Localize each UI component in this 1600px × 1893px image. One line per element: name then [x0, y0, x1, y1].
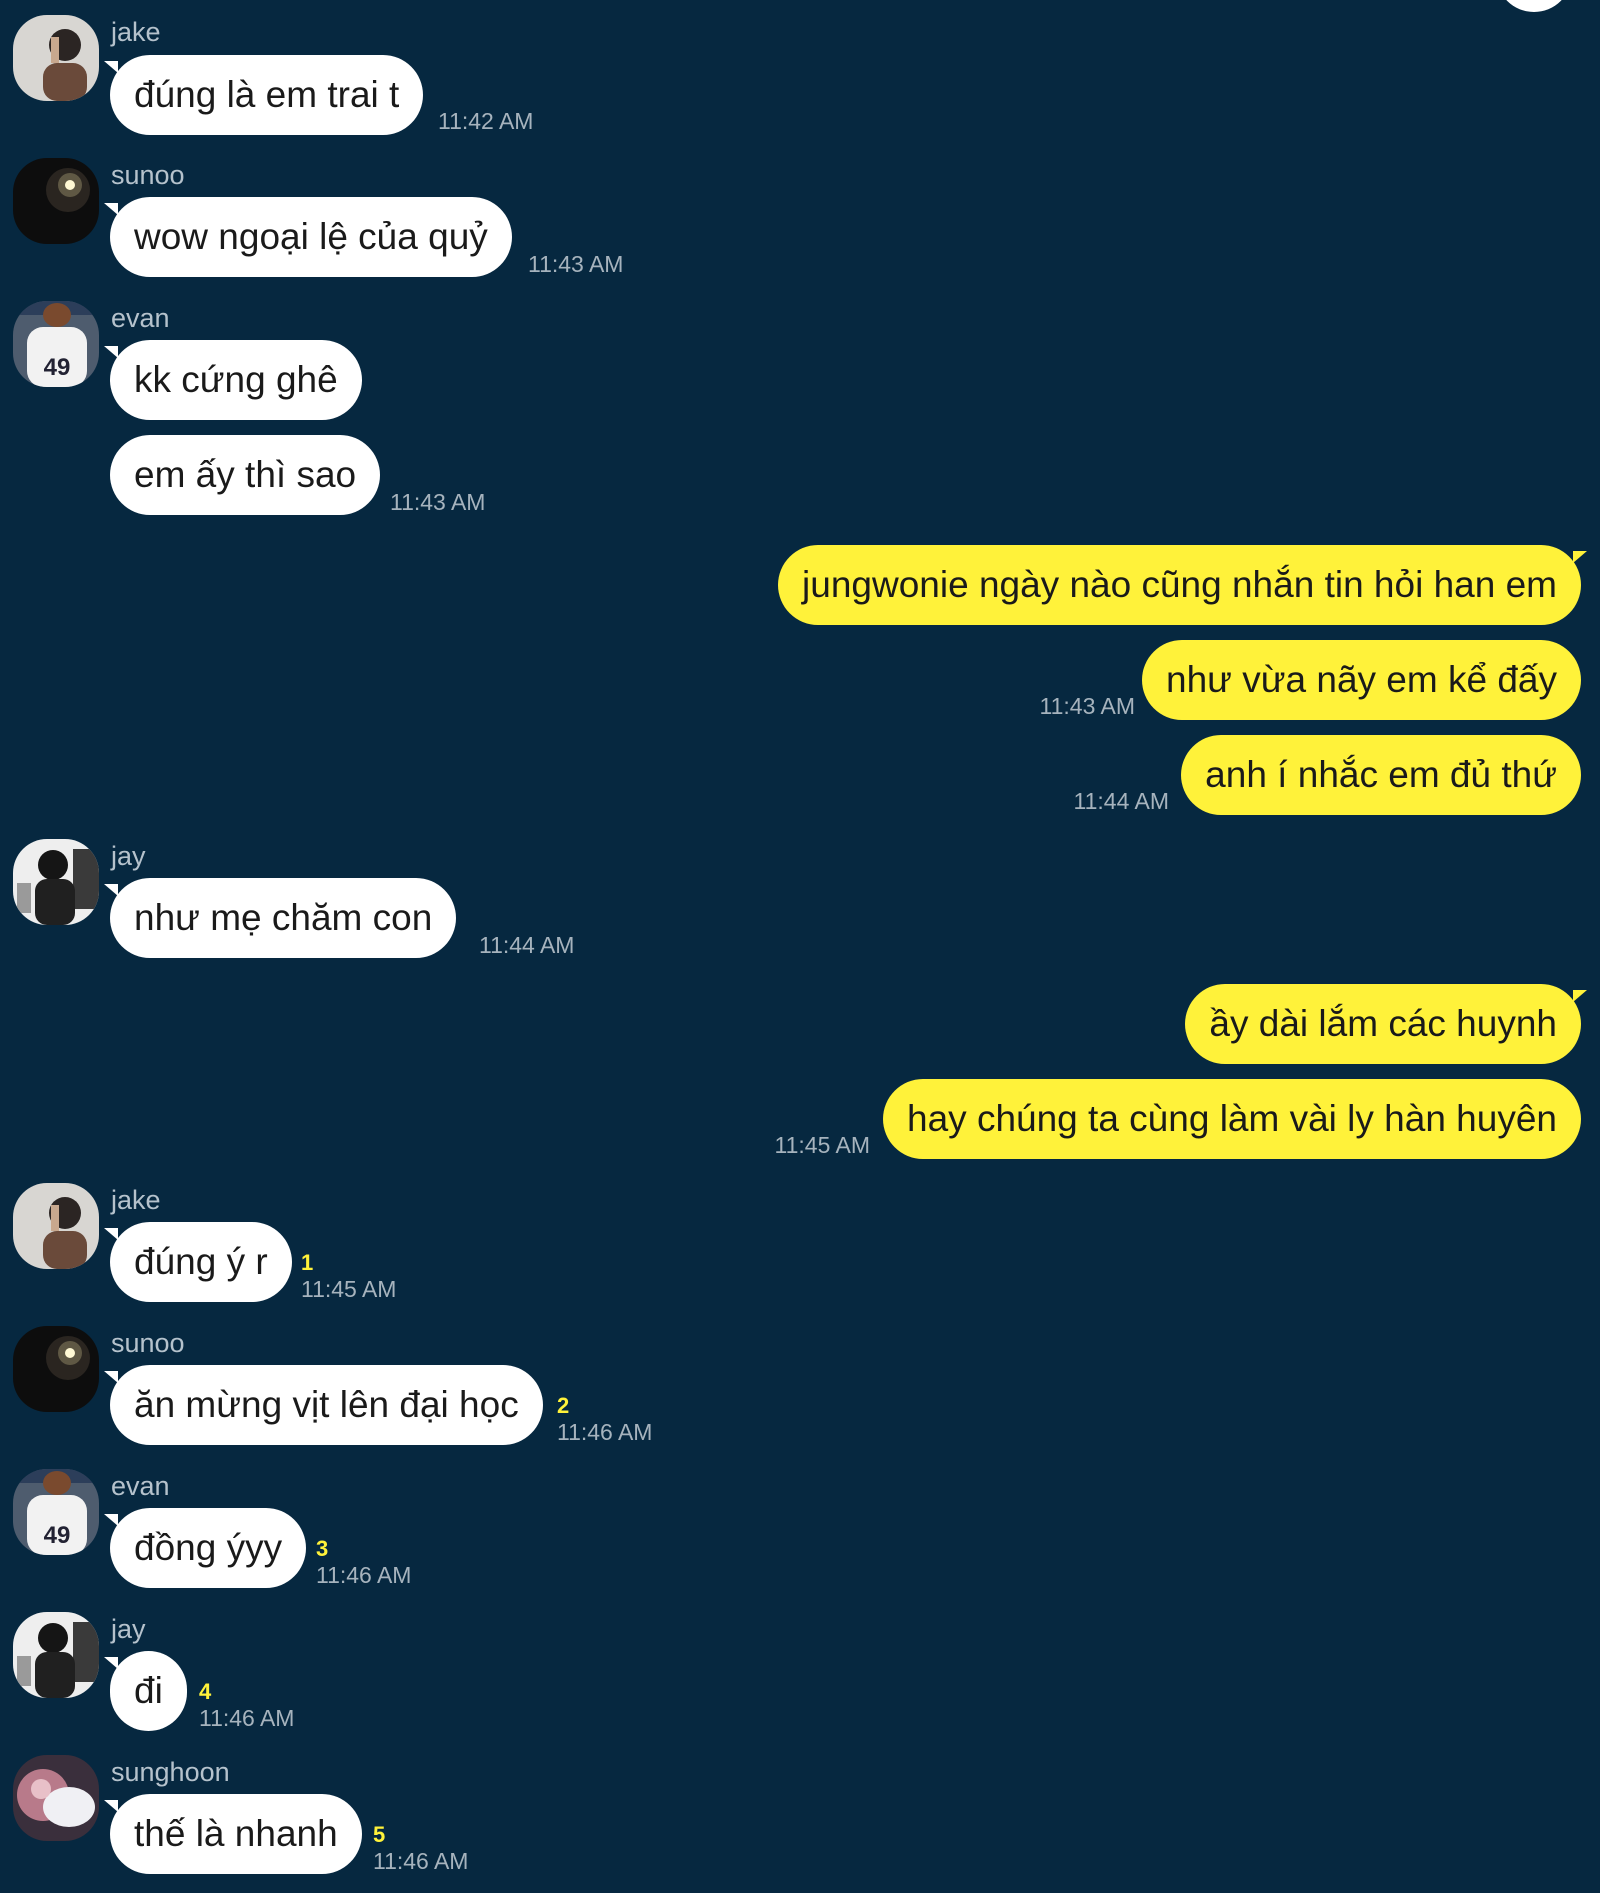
message-bubble[interactable]: đi	[104, 1651, 187, 1731]
message-bubble[interactable]: đúng là em trai t	[103, 55, 424, 135]
message-time: 11:46 AM	[199, 1705, 295, 1731]
unread-count: 4	[199, 1679, 212, 1704]
sender-name: jake	[111, 1185, 161, 1215]
avatar-jake[interactable]	[13, 1183, 99, 1269]
avatar-jake[interactable]	[13, 15, 99, 101]
unread-count: 1	[301, 1250, 314, 1275]
message-time: 11:46 AM	[557, 1419, 653, 1445]
message-bubble[interactable]: đúng ý r	[104, 1222, 292, 1302]
sender-name: evan	[111, 303, 170, 333]
message-bubble-outgoing[interactable]: jungwonie ngày nào cũng nhắn tin hỏi han…	[778, 545, 1587, 625]
message-bubble[interactable]: ăn mừng vịt lên đại học	[104, 1365, 543, 1445]
sender-name: jay	[111, 841, 146, 871]
message-bubble[interactable]: thế là nhanh	[104, 1794, 362, 1874]
svg-text:49: 49	[44, 1522, 71, 1549]
message-time: 11:42 AM	[438, 108, 534, 134]
message-bubble-outgoing[interactable]: ầy dài lắm các huynh	[1185, 984, 1587, 1064]
message-time: 11:44 AM	[1073, 788, 1169, 814]
avatar-sunghoon[interactable]	[13, 1755, 99, 1841]
unread-count: 5	[373, 1822, 386, 1847]
avatar-sunoo[interactable]	[13, 1326, 99, 1412]
avatar-jay[interactable]	[13, 1612, 99, 1698]
unread-count: 2	[557, 1393, 570, 1418]
sender-name: jay	[111, 1614, 146, 1644]
top-corner-button[interactable]	[1496, 0, 1572, 12]
message-bubble[interactable]: kk cứng ghê	[104, 340, 362, 420]
sender-name: sunoo	[111, 160, 185, 190]
message-time: 11:44 AM	[479, 932, 575, 958]
message-time: 11:46 AM	[316, 1562, 412, 1588]
sender-name: jake	[111, 17, 161, 47]
sender-name: sunoo	[111, 1328, 185, 1358]
message-time: 11:43 AM	[1039, 693, 1135, 719]
unread-count: 3	[316, 1536, 329, 1561]
message-time: 11:46 AM	[373, 1848, 469, 1874]
message-bubble-outgoing[interactable]: như vừa nãy em kể đấy	[1142, 640, 1581, 720]
chat-thread[interactable]: jake đúng là em trai t 11:42 AM sunoo wo…	[0, 0, 1600, 1893]
svg-text:49: 49	[44, 354, 71, 381]
message-bubble-outgoing[interactable]: anh í nhắc em đủ thứ	[1181, 735, 1581, 815]
avatar-sunoo[interactable]	[13, 158, 99, 244]
avatar-evan[interactable]: 49	[13, 1469, 99, 1555]
message-bubble-outgoing[interactable]: hay chúng ta cùng làm vài ly hàn huyên	[883, 1079, 1581, 1159]
message-time: 11:45 AM	[774, 1132, 870, 1158]
message-bubble[interactable]: wow ngoại lệ của quỷ	[104, 197, 512, 277]
message-bubble[interactable]: đồng ýyy	[103, 1508, 307, 1588]
message-time: 11:43 AM	[528, 251, 624, 277]
sender-name: evan	[111, 1471, 170, 1501]
message-bubble[interactable]: em ấy thì sao	[110, 435, 381, 515]
avatar-jay[interactable]	[13, 839, 99, 925]
message-bubble[interactable]: như mẹ chăm con	[103, 878, 457, 958]
sender-name: sunghoon	[111, 1757, 230, 1787]
message-time: 11:43 AM	[390, 489, 486, 515]
avatar-evan[interactable]: 49	[13, 301, 99, 387]
message-time: 11:45 AM	[301, 1276, 397, 1302]
